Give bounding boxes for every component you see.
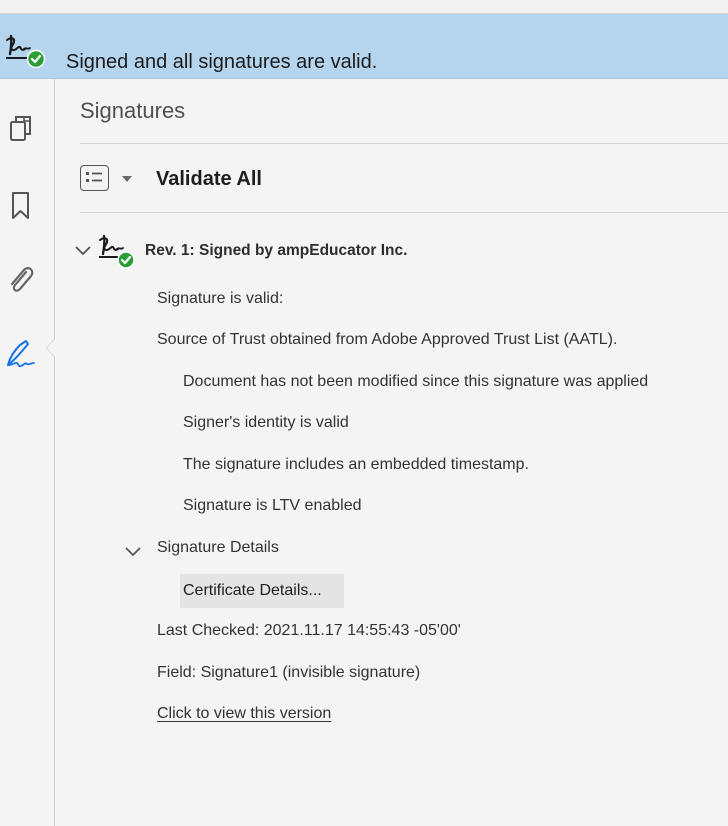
bookmark-icon[interactable] — [4, 188, 38, 222]
divider — [80, 143, 728, 144]
signature-status-banner: Signed and all signatures are valid. — [0, 14, 728, 79]
collapse-chevron-icon[interactable] — [74, 244, 92, 256]
validate-all-button[interactable]: Validate All — [156, 168, 262, 191]
window-top-strip — [0, 0, 728, 14]
attachment-icon[interactable] — [4, 262, 38, 296]
check-item: The signature includes an embedded times… — [183, 456, 529, 473]
trust-source: Source of Trust obtained from Adobe Appr… — [157, 331, 618, 348]
certificate-details-button[interactable]: Certificate Details... — [180, 574, 344, 608]
options-menu-button[interactable] — [80, 165, 132, 195]
check-item: Signature is LTV enabled — [183, 497, 362, 514]
view-version-link[interactable]: Click to view this version — [157, 704, 331, 724]
pages-icon[interactable] — [4, 112, 38, 146]
check-item: Document has not been modified since thi… — [183, 373, 649, 390]
signature-status-message: Signed and all signatures are valid. — [66, 51, 378, 73]
signature-valid-icon — [99, 234, 135, 269]
panel-title: Signatures — [80, 98, 186, 123]
field-info: Field: Signature1 (invisible signature) — [157, 664, 421, 681]
collapse-chevron-icon[interactable] — [124, 545, 142, 557]
signature-pen-icon[interactable] — [4, 337, 38, 371]
signature-status: Signature is valid: — [157, 290, 284, 307]
check-item: Signer's identity is valid — [183, 414, 349, 431]
signature-details-toggle[interactable]: Signature Details — [157, 538, 279, 558]
divider — [80, 212, 728, 213]
revision-label[interactable]: Rev. 1: Signed by ampEducator Inc. — [145, 242, 407, 260]
list-options-icon — [80, 165, 109, 191]
chevron-down-icon — [122, 176, 132, 182]
left-tool-rail — [0, 79, 55, 826]
signature-valid-icon — [6, 34, 46, 68]
last-checked: Last Checked: 2021.11.17 14:55:43 -05'00… — [157, 622, 461, 639]
